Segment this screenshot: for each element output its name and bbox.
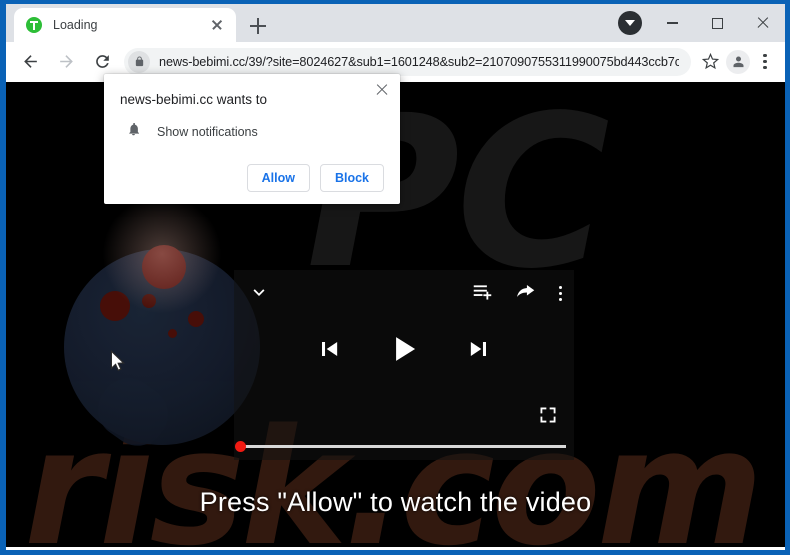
tab-title: Loading — [53, 18, 98, 32]
kebab-dot — [763, 59, 767, 64]
player-progress-bar[interactable] — [242, 445, 566, 448]
sphere-blob — [168, 329, 177, 338]
address-bar[interactable]: news-bebimi.cc/39/?site=8024627&sub1=160… — [124, 47, 691, 76]
dialog-buttons: Allow Block — [120, 164, 384, 192]
tab-strip: Loading — [6, 4, 785, 42]
forward-button[interactable] — [51, 47, 81, 77]
add-to-playlist-icon[interactable] — [472, 281, 493, 307]
fullscreen-icon[interactable] — [538, 405, 558, 430]
mouse-pointer-icon — [110, 349, 126, 377]
kebab-dot — [558, 291, 562, 296]
back-arrow-icon — [23, 55, 37, 68]
permission-row: Show notifications — [126, 121, 384, 142]
browser-tab[interactable]: Loading — [14, 8, 236, 42]
tab-close-icon[interactable] — [208, 16, 226, 34]
screenshot-frame: Loading news-bebimi.cc/39/?site=8024627&… — [0, 0, 790, 555]
window-controls — [650, 4, 785, 42]
decorative-glow — [102, 194, 222, 314]
play-icon[interactable] — [385, 330, 423, 373]
notification-permission-dialog[interactable]: news-bebimi.cc wants to Show notificatio… — [104, 74, 400, 204]
permission-label: Show notifications — [157, 124, 258, 139]
skip-previous-icon[interactable] — [315, 335, 343, 368]
reload-button[interactable] — [87, 47, 117, 77]
kebab-dot — [558, 285, 562, 290]
browser-menu-button[interactable] — [753, 49, 777, 75]
dialog-close-icon[interactable] — [374, 82, 390, 98]
profile-avatar-icon — [733, 56, 743, 68]
share-arrow-icon[interactable] — [515, 280, 537, 307]
kebab-dot — [763, 53, 767, 57]
browser-window: Loading news-bebimi.cc/39/?site=8024627&… — [6, 4, 785, 550]
block-button[interactable]: Block — [319, 164, 384, 192]
chevron-down-icon[interactable] — [248, 281, 270, 308]
player-top-bar — [234, 270, 574, 312]
kebab-dot — [558, 297, 562, 302]
download-indicator-icon[interactable] — [618, 11, 642, 35]
close-window-button[interactable] — [740, 4, 785, 42]
reload-icon — [95, 55, 109, 68]
new-tab-button[interactable] — [246, 14, 270, 38]
bell-icon — [126, 121, 141, 142]
sphere-blob — [188, 311, 204, 327]
allow-button[interactable]: Allow — [246, 164, 310, 192]
skip-next-icon[interactable] — [465, 335, 493, 368]
player-more-icon[interactable] — [558, 285, 562, 302]
kebab-dot — [763, 66, 767, 70]
video-player[interactable] — [234, 270, 574, 460]
tab-favicon-icon — [26, 17, 42, 33]
star-icon — [701, 53, 719, 70]
page-headline: Press "Allow" to watch the video — [199, 487, 592, 517]
player-actions — [472, 280, 562, 307]
maximize-button[interactable] — [695, 4, 740, 42]
back-button[interactable] — [15, 47, 45, 77]
player-transport-controls — [234, 330, 574, 373]
dialog-title: news-bebimi.cc wants to — [120, 92, 268, 107]
minimize-button[interactable] — [650, 4, 695, 42]
lock-icon — [128, 50, 150, 73]
profile-button[interactable] — [726, 49, 750, 74]
bookmark-button[interactable] — [697, 49, 723, 75]
forward-arrow-icon — [59, 55, 73, 68]
player-progress-handle[interactable] — [235, 441, 246, 452]
url-text[interactable]: news-bebimi.cc/39/?site=8024627&sub1=160… — [159, 55, 679, 69]
